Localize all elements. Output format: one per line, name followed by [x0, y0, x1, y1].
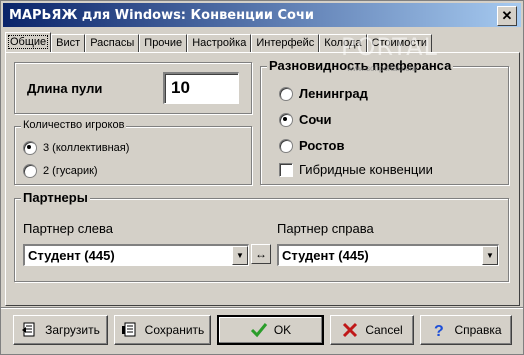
title-bar: МАРЬЯЖ для Windows: Конвенции Сочи ✕: [3, 3, 521, 27]
ok-button[interactable]: OK: [217, 315, 324, 345]
svg-text:?: ?: [434, 323, 444, 339]
preference-group-title: Разновидность преферанса: [267, 58, 454, 73]
check-icon: [250, 321, 268, 339]
right-partner-label: Партнер справа: [277, 221, 374, 236]
swap-arrows-icon: ↔: [255, 247, 267, 261]
radio-selected-icon: [23, 141, 37, 155]
tab-strip: Общие Вист Распасы Прочие Настройка Инте…: [5, 32, 433, 52]
checkbox-empty-icon: [279, 162, 293, 177]
cancel-button[interactable]: Cancel: [330, 315, 414, 345]
dialog-window: МАРЬЯЖ для Windows: Конвенции Сочи ✕ Общ…: [0, 0, 524, 355]
chevron-down-icon: ▼: [486, 251, 494, 260]
right-partner-dropdown-button[interactable]: ▼: [482, 246, 498, 265]
radio-empty-icon: [279, 86, 293, 101]
load-folder-icon: [21, 321, 39, 339]
load-button-label: Загрузить: [45, 323, 100, 337]
swap-partners-button[interactable]: ↔: [251, 244, 271, 264]
left-partner-select[interactable]: Студент (445) ▼: [23, 244, 249, 266]
bullet-length-label: Длина пули: [27, 81, 103, 96]
right-partner-value: Студент (445): [282, 248, 369, 263]
cancel-x-icon: [341, 321, 359, 339]
bottom-separator: [1, 307, 523, 309]
window-title: МАРЬЯЖ для Windows: Конвенции Сочи: [9, 7, 314, 23]
save-button-label: Сохранить: [144, 323, 205, 337]
help-question-icon: ?: [430, 321, 448, 339]
players-radio-3[interactable]: 3 (коллективная): [23, 141, 129, 155]
left-partner-label: Партнер слева: [23, 221, 114, 236]
tab-other[interactable]: Прочие: [139, 34, 188, 52]
tab-raspasy[interactable]: Распасы: [85, 34, 140, 52]
preference-option-rostov-label: Ростов: [299, 138, 345, 153]
preference-radio-leningrad[interactable]: Ленинград: [279, 86, 368, 101]
help-button[interactable]: ? Справка: [420, 315, 512, 345]
tab-panel-general: Длина пули 10 Количество игроков 3 (колл…: [5, 52, 520, 306]
save-document-icon: [121, 321, 139, 339]
tab-deck[interactable]: Колода: [319, 34, 367, 52]
preference-radio-sochi[interactable]: Сочи: [279, 112, 332, 127]
chevron-down-icon: ▼: [236, 251, 244, 260]
tab-interface[interactable]: Интерфейс: [251, 34, 320, 52]
tab-vist[interactable]: Вист: [51, 34, 86, 52]
cancel-button-label: Cancel: [365, 323, 403, 337]
hybrid-conventions-checkbox[interactable]: Гибридные конвенции: [279, 162, 433, 177]
partners-group-title: Партнеры: [21, 190, 90, 205]
radio-selected-icon: [279, 112, 293, 127]
help-button-label: Справка: [454, 323, 502, 337]
preference-option-leningrad-label: Ленинград: [299, 86, 368, 101]
players-group: Количество игроков 3 (коллективная) 2 (г…: [14, 119, 252, 185]
hybrid-conventions-label: Гибридные конвенции: [299, 162, 433, 177]
left-partner-value: Студент (445): [28, 248, 115, 263]
radio-empty-icon: [23, 164, 37, 178]
tab-settings[interactable]: Настройка: [187, 34, 252, 52]
tab-costs[interactable]: Стоимости: [366, 34, 433, 52]
players-option-3-label: 3 (коллективная): [43, 142, 130, 154]
load-button[interactable]: Загрузить: [13, 315, 108, 345]
radio-empty-icon: [279, 138, 293, 153]
left-partner-dropdown-button[interactable]: ▼: [232, 246, 248, 265]
preference-radio-rostov[interactable]: Ростов: [279, 138, 344, 153]
players-option-2-label: 2 (гусарик): [43, 165, 98, 177]
bullet-group: Длина пули 10: [14, 62, 252, 114]
partners-group: Партнеры Партнер слева Студент (445) ▼ ↔…: [14, 190, 509, 282]
close-button[interactable]: ✕: [497, 6, 517, 26]
preference-group: Разновидность преферанса Ленинград Сочи …: [260, 58, 509, 185]
preference-option-sochi-label: Сочи: [299, 112, 332, 127]
bullet-length-input[interactable]: 10: [163, 72, 239, 104]
right-partner-select[interactable]: Студент (445) ▼: [277, 244, 499, 266]
tab-general[interactable]: Общие: [5, 32, 52, 52]
close-icon: ✕: [501, 8, 513, 23]
ok-button-label: OK: [273, 323, 292, 337]
save-button[interactable]: Сохранить: [114, 315, 211, 345]
players-radio-2[interactable]: 2 (гусарик): [23, 164, 98, 178]
players-group-title: Количество игроков: [21, 119, 127, 131]
